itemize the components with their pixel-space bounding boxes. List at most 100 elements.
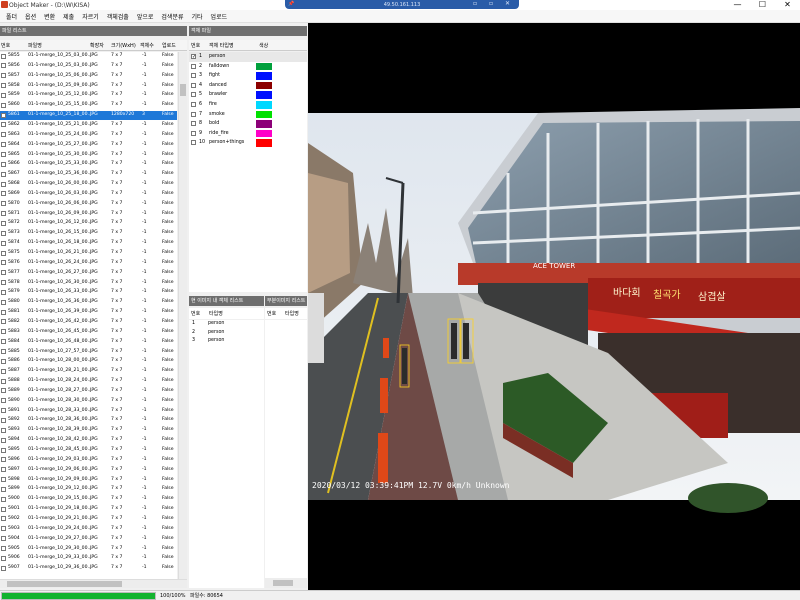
menu-item[interactable]: 자르기 — [78, 12, 103, 21]
row-checkbox[interactable] — [1, 447, 6, 453]
table-row[interactable]: 5899 01-1-merge_10_29_12_00... JPG 7 x 7 -1 F… — [0, 485, 177, 494]
row-checkbox[interactable] — [1, 73, 6, 79]
object-type-row[interactable]: 5 brawler — [189, 90, 307, 100]
row-checkbox[interactable] — [1, 260, 6, 266]
row-checkbox[interactable] — [1, 309, 6, 315]
table-row[interactable]: 5894 01-1-merge_10_28_42_00... JPG 7 x 7 -1 F… — [0, 436, 177, 445]
object-type-row[interactable]: 2 falldown — [189, 62, 307, 72]
object-type-checkbox[interactable] — [191, 73, 196, 79]
table-row[interactable]: 5871 01-1-merge_10_26_09_00... JPG 7 x 7 -1 F… — [0, 210, 177, 219]
table-row[interactable]: 5862 01-1-merge_10_25_21_00... JPG 7 x 7 -1 F… — [0, 121, 177, 130]
menu-item[interactable]: 앞으로 — [133, 12, 158, 21]
row-checkbox[interactable] — [1, 299, 6, 305]
table-row[interactable]: 5889 01-1-merge_10_28_27_00... JPG 7 x 7 -1 F… — [0, 387, 177, 396]
row-checkbox[interactable] — [1, 417, 6, 423]
row-checkbox[interactable] — [1, 230, 6, 236]
table-row[interactable]: 5861 01-1-merge_10_25_18_00... JPG 1280x720… — [0, 111, 177, 120]
column-header[interactable]: 타입명 — [285, 310, 299, 317]
row-checkbox[interactable] — [1, 171, 6, 177]
row-checkbox[interactable] — [1, 427, 6, 433]
row-checkbox[interactable] — [1, 289, 6, 295]
file-list-hscrollbar[interactable] — [0, 579, 187, 588]
table-row[interactable]: 5880 01-1-merge_10_26_36_00... JPG 7 x 7 -1 F… — [0, 298, 177, 307]
row-checkbox[interactable] — [1, 161, 6, 167]
row-checkbox[interactable] — [1, 496, 6, 502]
table-row[interactable]: 5895 01-1-merge_10_28_45_00... JPG 7 x 7 -1 F… — [0, 446, 177, 455]
object-type-color-swatch[interactable] — [256, 72, 272, 80]
column-header[interactable]: 번호 — [191, 42, 200, 49]
object-type-row[interactable]: 7 smoke — [189, 110, 307, 120]
row-checkbox[interactable] — [1, 181, 6, 187]
table-row[interactable]: 5887 01-1-merge_10_28_21_00... JPG 7 x 7 -1 F… — [0, 367, 177, 376]
table-row[interactable]: 5888 01-1-merge_10_28_24_00... JPG 7 x 7 -1 F… — [0, 377, 177, 386]
table-row[interactable]: 5874 01-1-merge_10_26_18_00... JPG 7 x 7 -1 F… — [0, 239, 177, 248]
column-header[interactable]: 확장자 — [90, 42, 104, 49]
table-row[interactable]: 5877 01-1-merge_10_26_27_00... JPG 7 x 7 -1 F… — [0, 269, 177, 278]
row-checkbox[interactable] — [1, 201, 6, 207]
table-row[interactable]: 5883 01-1-merge_10_26_45_00... JPG 7 x 7 -1 F… — [0, 328, 177, 337]
row-checkbox[interactable] — [1, 102, 6, 108]
row-checkbox[interactable] — [1, 339, 6, 345]
object-type-color-swatch[interactable] — [256, 110, 272, 119]
menu-item[interactable]: 제출 — [59, 12, 78, 21]
table-row[interactable]: 5905 01-1-merge_10_29_30_00... JPG 7 x 7 -1 F… — [0, 545, 177, 554]
row-checkbox[interactable] — [1, 398, 6, 404]
table-row[interactable]: 5904 01-1-merge_10_29_27_00... JPG 7 x 7 -1 F… — [0, 535, 177, 544]
object-type-color-swatch[interactable] — [256, 139, 272, 147]
row-checkbox[interactable] — [1, 437, 6, 443]
object-type-checkbox[interactable] — [191, 63, 196, 69]
row-checkbox[interactable] — [1, 83, 6, 89]
table-row[interactable]: 5869 01-1-merge_10_26_03_00... JPG 7 x 7 -1 F… — [0, 190, 177, 199]
table-row[interactable]: 5900 01-1-merge_10_29_15_00... JPG 7 x 7 -1 F… — [0, 495, 177, 504]
table-row[interactable]: 5884 01-1-merge_10_26_48_00... JPG 7 x 7 -1 F… — [0, 338, 177, 347]
row-checkbox[interactable] — [1, 506, 6, 512]
table-row[interactable]: 5882 01-1-merge_10_26_42_00... JPG 7 x 7 -1 F… — [0, 318, 177, 327]
table-row[interactable]: 5896 01-1-merge_10_29_03_00... JPG 7 x 7 -1 F… — [0, 456, 177, 465]
column-header[interactable]: 번호 — [267, 310, 276, 317]
table-row[interactable]: 5878 01-1-merge_10_26_30_00... JPG 7 x 7 -1 F… — [0, 279, 177, 288]
object-type-row[interactable]: 3 fight — [189, 71, 307, 81]
maximize-button[interactable]: ☐ — [750, 0, 775, 10]
table-row[interactable]: 5872 01-1-merge_10_26_12_00... JPG 7 x 7 -1 F… — [0, 219, 177, 228]
table-row[interactable]: 5864 01-1-merge_10_25_27_00... JPG 7 x 7 -1 F… — [0, 141, 177, 150]
row-checkbox[interactable] — [1, 565, 6, 571]
file-list-scrollbar[interactable] — [178, 52, 187, 579]
table-row[interactable]: 5876 01-1-merge_10_26_24_00... JPG 7 x 7 -1 F… — [0, 259, 177, 268]
row-checkbox[interactable] — [1, 63, 6, 69]
row-checkbox[interactable] — [1, 358, 6, 364]
menu-item[interactable]: 기타 — [188, 12, 207, 21]
row-checkbox[interactable] — [1, 378, 6, 384]
menu-item[interactable]: 업로드 — [207, 12, 232, 21]
object-type-checkbox[interactable] — [191, 121, 196, 127]
column-header[interactable]: 타입명 — [209, 310, 223, 317]
column-header[interactable]: 번호 — [1, 42, 10, 49]
row-checkbox[interactable] — [1, 319, 6, 325]
row-checkbox[interactable] — [1, 408, 6, 414]
row-checkbox[interactable] — [1, 329, 6, 335]
row-checkbox[interactable] — [1, 191, 6, 197]
table-row[interactable]: 5866 01-1-merge_10_25_33_00... JPG 7 x 7 -1 F… — [0, 160, 177, 169]
column-header[interactable]: 번호 — [191, 310, 200, 317]
row-checkbox[interactable] — [1, 132, 6, 138]
table-row[interactable]: 5870 01-1-merge_10_26_06_00... JPG 7 x 7 -1 F… — [0, 200, 177, 209]
menu-item[interactable]: 옵션 — [21, 12, 40, 21]
object-type-row[interactable]: 8 bold — [189, 119, 307, 129]
table-row[interactable]: 5886 01-1-merge_10_28_00_00... JPG 7 x 7 -1 F… — [0, 357, 177, 366]
remote-controls[interactable]: ▫ ▫ ✕ — [473, 0, 515, 7]
table-row[interactable]: 5857 01-1-merge_10_25_06_00... JPG 7 x 7 -1 F… — [0, 72, 177, 81]
row-checkbox[interactable] — [1, 270, 6, 276]
row-checkbox[interactable] — [1, 477, 6, 483]
object-type-color-swatch[interactable] — [256, 53, 272, 61]
remote-desktop-bar[interactable]: 📌 49.50.161.113 ▫ ▫ ✕ — [285, 0, 519, 9]
image-object-row[interactable]: 1 person — [189, 320, 264, 328]
object-type-checkbox[interactable] — [191, 130, 196, 136]
menu-item[interactable]: 폴더 — [2, 12, 21, 21]
partial-images-hscrollbar[interactable] — [265, 578, 307, 588]
row-checkbox[interactable] — [1, 92, 6, 98]
column-header[interactable]: 크기(WxH) — [111, 42, 136, 49]
image-object-row[interactable]: 3 person — [189, 337, 264, 345]
table-row[interactable]: 5903 01-1-merge_10_29_24_00... JPG 7 x 7 -1 F… — [0, 525, 177, 534]
object-type-row[interactable]: 6 fire — [189, 100, 307, 110]
row-checkbox[interactable] — [1, 467, 6, 473]
row-checkbox[interactable] — [1, 250, 6, 256]
